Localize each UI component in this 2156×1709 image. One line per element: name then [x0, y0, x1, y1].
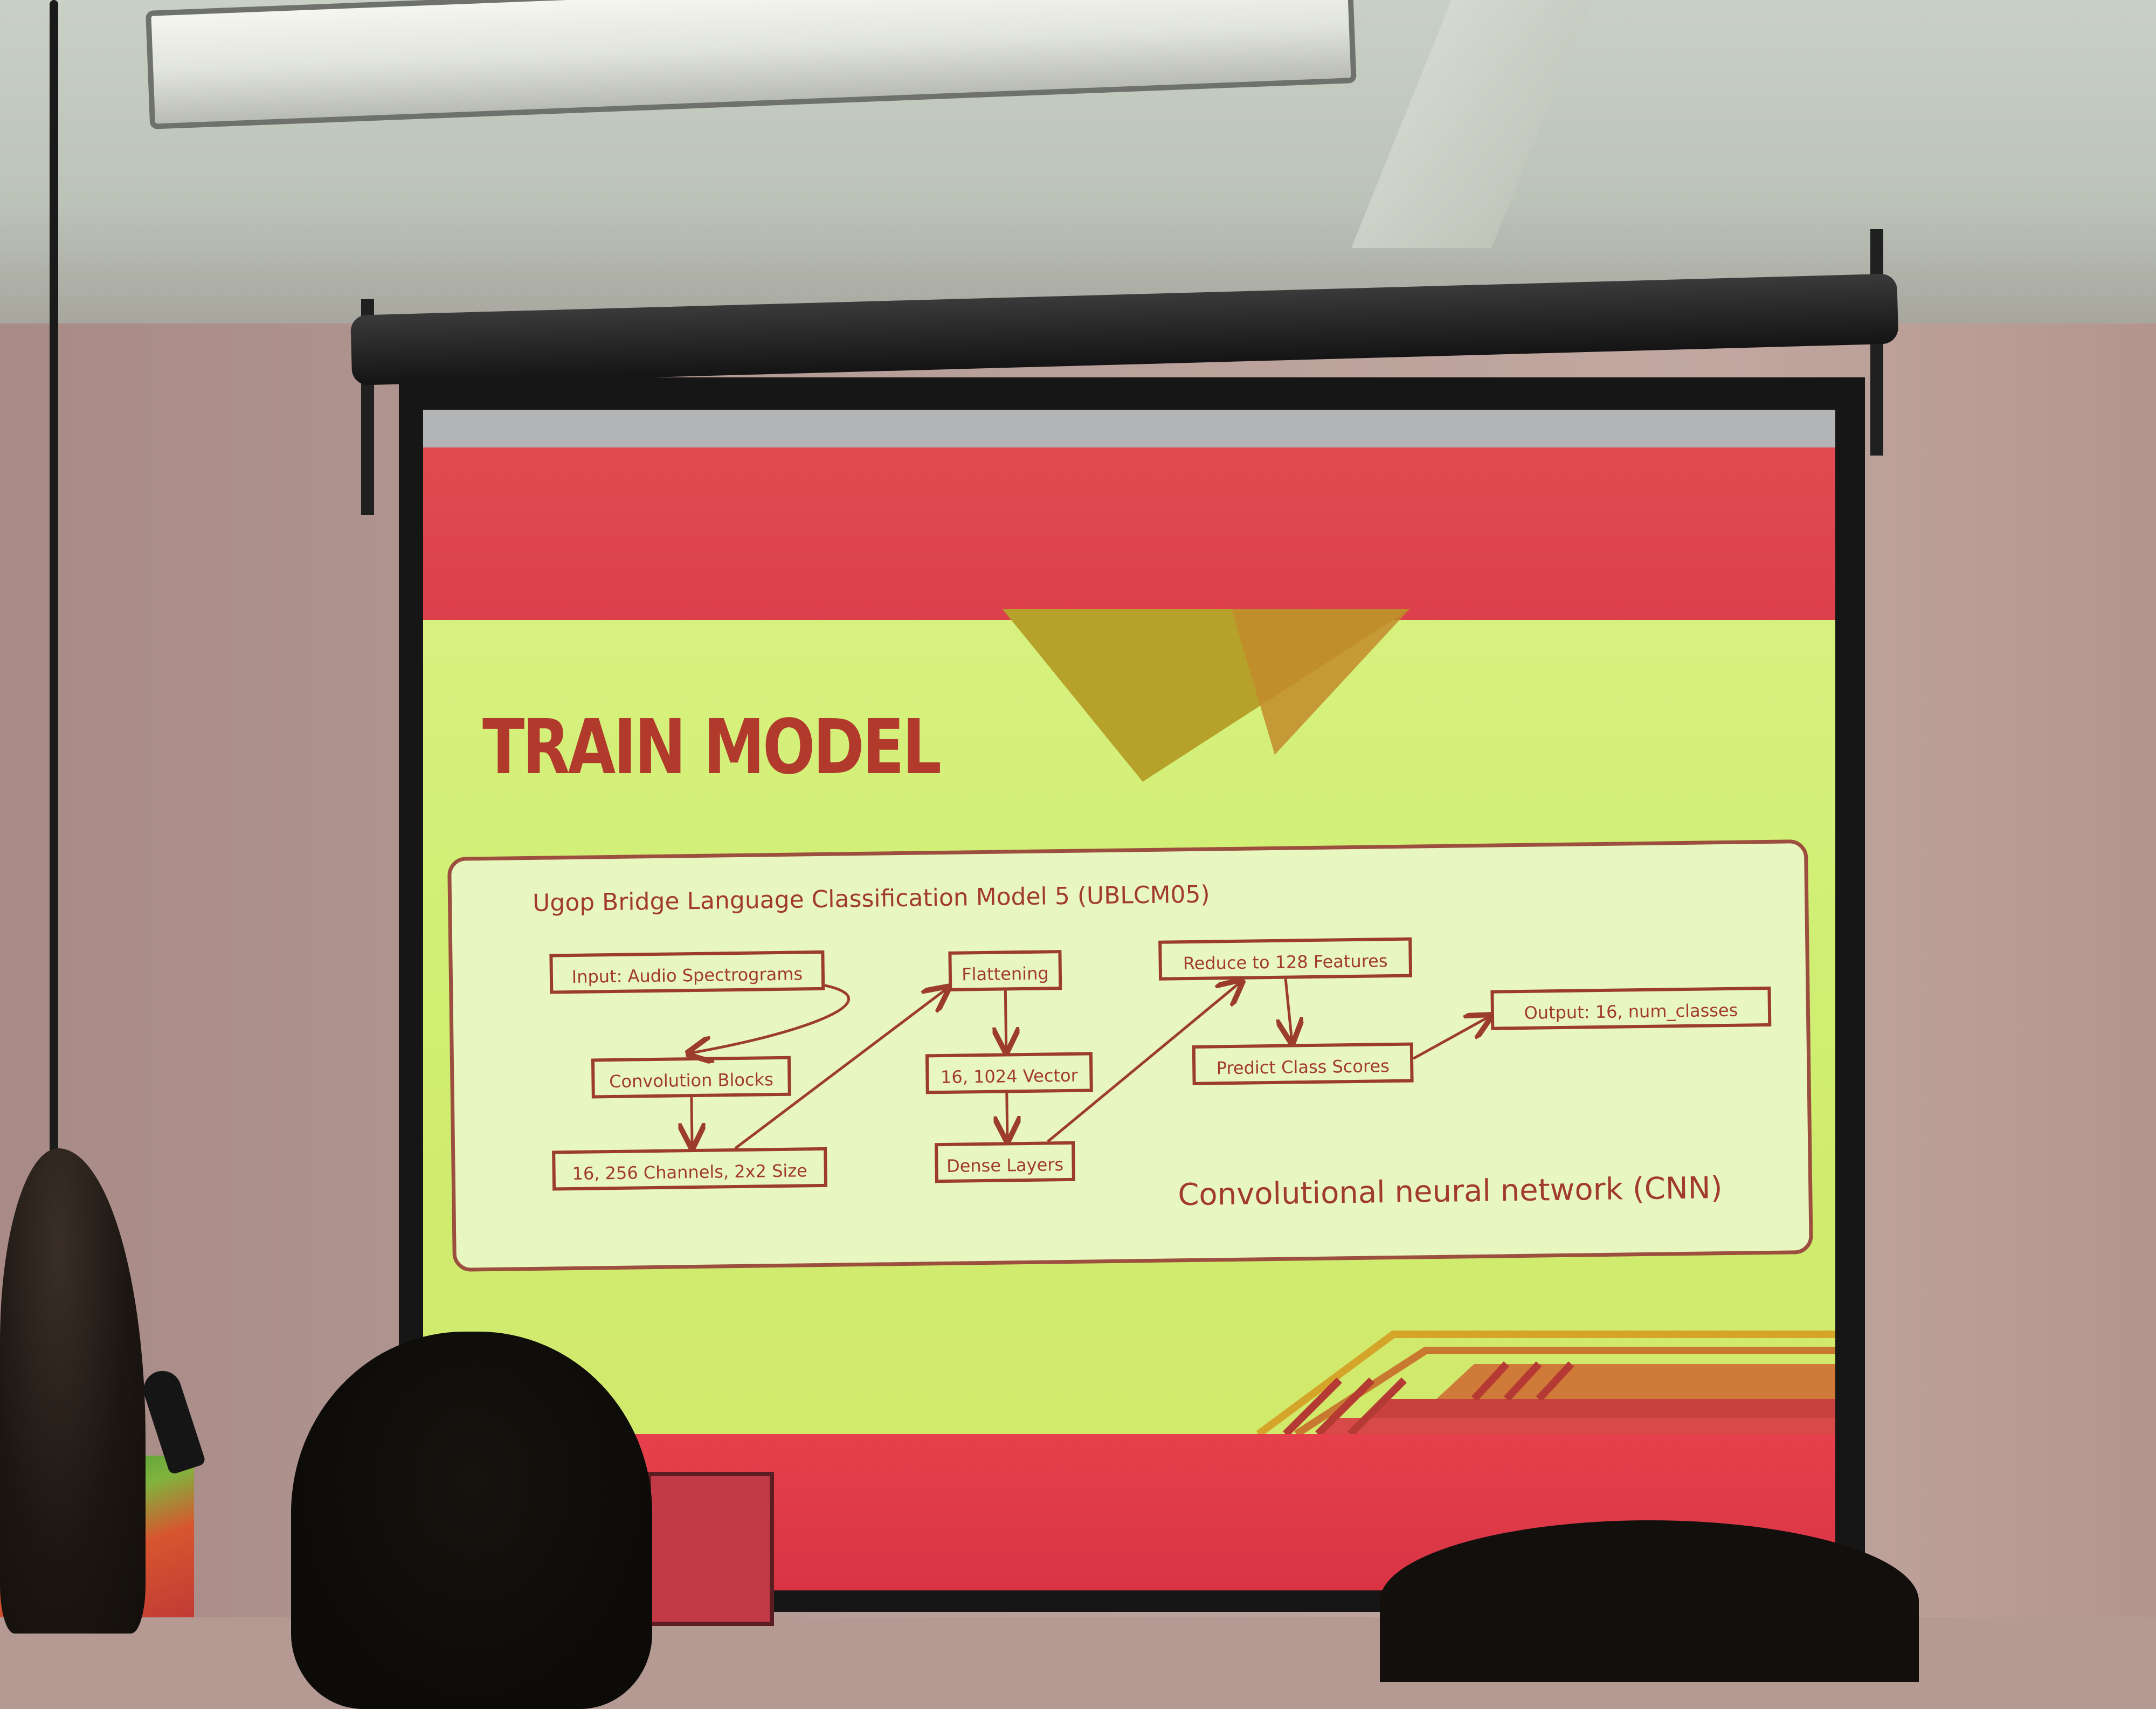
- decorative-stripes-bottom-right: [1256, 1331, 1835, 1437]
- decorative-triangle-accent: [1232, 609, 1409, 755]
- arrow-reduce-to-predict: [1286, 978, 1291, 1040]
- projected-slide: TRAIN MODEL Ugop Bridge Language Classif…: [423, 410, 1835, 1590]
- laptop-screen: [647, 1472, 774, 1626]
- diagram-caption: Convolutional neural network (CNN): [1177, 1170, 1723, 1213]
- audience-head: [291, 1332, 652, 1709]
- arrow-channels-to-flattening: [734, 989, 948, 1150]
- audience-head: [1380, 1520, 1919, 1682]
- arrow-predict-to-output: [1412, 1017, 1489, 1060]
- slide-title: TRAIN MODEL: [482, 704, 942, 791]
- arrow-dense-to-reduce: [1047, 983, 1242, 1143]
- arrow-flattening-to-vector: [1005, 990, 1006, 1049]
- arrow-input-to-conv: [690, 984, 850, 1053]
- hanging-cable: [50, 0, 58, 1213]
- cnn-architecture-diagram: Ugop Bridge Language Classification Mode…: [447, 839, 1813, 1272]
